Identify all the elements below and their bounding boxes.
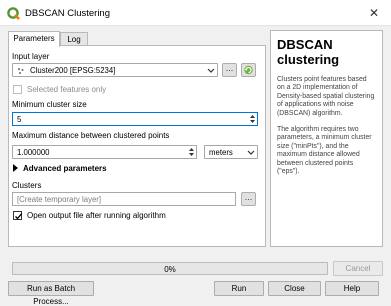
help-paragraph: The algorithm requires two parameters, a… [277,126,372,176]
iterate-icon [244,65,253,75]
checkmark-icon [15,213,22,220]
open-output-label: Open output file after running algorithm [27,211,166,220]
progress-text: 0% [164,265,176,274]
title-bar: DBSCAN Clustering ✕ [0,0,391,26]
max-distance-input[interactable]: 1.000000 [12,145,197,159]
selected-features-label: Selected features only [27,85,107,94]
max-distance-label: Maximum distance between clustered point… [12,131,170,140]
spinbox-arrows-icon[interactable] [188,147,195,157]
distance-unit-value: meters [209,148,233,157]
spinbox-arrows-icon[interactable] [249,114,256,124]
cancel-button[interactable]: Cancel [333,261,383,276]
clusters-output-input[interactable]: [Create temporary layer] [12,192,236,206]
expand-triangle-icon [13,164,18,172]
advanced-parameters-toggle[interactable]: Advanced parameters [13,164,107,173]
run-as-batch-button[interactable]: Run as Batch Process... [8,281,94,306]
progress-bar: 0% [12,262,328,275]
qgis-logo-icon [7,7,20,20]
min-cluster-label: Minimum cluster size [12,100,87,109]
close-button[interactable]: Close [268,281,321,296]
clusters-browse-button[interactable]: … [241,192,256,206]
advanced-parameters-label: Advanced parameters [23,164,107,173]
input-layer-value: Cluster200 [EPSG:5234] [30,66,116,75]
max-distance-value: 1.000000 [17,148,50,157]
open-output-checkbox[interactable] [13,211,22,220]
input-layer-label: Input layer [12,52,50,61]
chevron-down-icon [207,67,215,74]
window-title: DBSCAN Clustering [25,8,110,19]
help-panel: DBSCAN clustering Clusters point feature… [270,30,383,247]
clusters-placeholder: [Create temporary layer] [17,195,102,204]
help-title: DBSCAN clustering [277,37,340,67]
selected-features-checkbox[interactable] [13,85,22,94]
run-button[interactable]: Run [214,281,264,296]
input-layer-combo[interactable]: Cluster200 [EPSG:5234] [12,63,218,77]
iterate-features-button[interactable] [241,63,256,77]
close-window-icon[interactable]: ✕ [367,6,381,20]
point-layer-icon [18,68,24,74]
min-cluster-input[interactable]: 5 [12,112,258,126]
min-cluster-value: 5 [17,115,22,124]
chevron-down-icon [247,149,255,156]
help-button[interactable]: Help [325,281,379,296]
input-layer-browse-button[interactable]: … [222,63,237,77]
distance-unit-combo[interactable]: meters [204,145,258,159]
clusters-label: Clusters [12,181,42,190]
tab-parameters[interactable]: Parameters [8,31,60,47]
help-paragraph: Clusters point features based on a 2D im… [277,76,375,117]
